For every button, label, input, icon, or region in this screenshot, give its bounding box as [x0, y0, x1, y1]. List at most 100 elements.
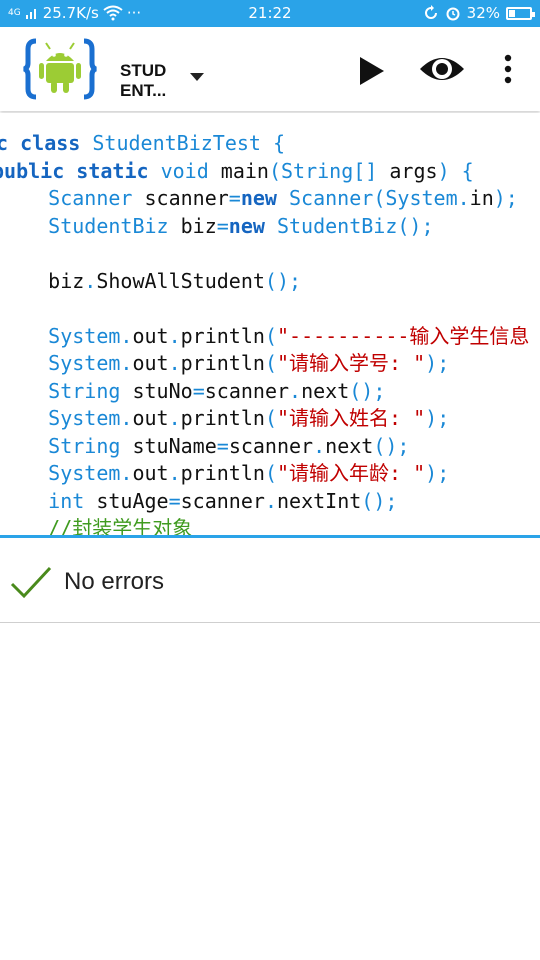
- code-token: in: [469, 186, 494, 210]
- code-token: biz: [0, 268, 85, 293]
- code-token: //封装学生对象: [48, 516, 193, 536]
- code-token: println: [180, 461, 265, 485]
- battery-icon: [506, 6, 535, 20]
- code-token: (: [264, 323, 277, 348]
- code-token: next: [301, 378, 350, 403]
- code-token: public static: [0, 158, 161, 183]
- code-token: );: [425, 351, 450, 375]
- code-line[interactable]: System.out.println("请输入学号: ");: [0, 350, 449, 377]
- code-token: (: [268, 158, 282, 183]
- battery-percent: 32%: [466, 4, 500, 22]
- code-line[interactable]: int stuAge=scanner.nextInt();: [0, 488, 397, 515]
- sync-icon: [424, 5, 437, 19]
- code-token: =: [216, 213, 229, 238]
- code-token: scanner: [180, 488, 265, 513]
- run-play-icon[interactable]: [352, 53, 388, 89]
- code-token: scanner: [228, 433, 314, 458]
- code-token: biz: [180, 213, 217, 238]
- check-icon: [10, 566, 52, 599]
- code-line[interactable]: System.out.println("请输入姓名: ");: [0, 405, 449, 432]
- aide-android-logo-icon[interactable]: [22, 37, 98, 101]
- project-title[interactable]: STUD ENT...: [120, 61, 190, 101]
- code-token: scanner: [204, 378, 290, 403]
- code-token: stuNo: [132, 378, 193, 403]
- overflow-menu-icon[interactable]: [496, 53, 520, 85]
- code-token: String: [281, 158, 354, 183]
- code-line[interactable]: ic class StudentBizTest {: [0, 130, 285, 157]
- code-token: new: [228, 213, 277, 238]
- code-line[interactable]: String stuNo=scanner.next();: [0, 378, 385, 405]
- code-token: next: [325, 433, 374, 458]
- dropdown-arrow-icon[interactable]: [190, 73, 204, 81]
- status-right: 32%: [423, 4, 535, 22]
- code-token: new: [240, 186, 290, 210]
- alarm-icon: [446, 7, 460, 21]
- code-token: );: [425, 461, 450, 485]
- code-token: "----------输入学生信息: [276, 323, 530, 348]
- preview-eye-icon[interactable]: [418, 49, 466, 89]
- code-token: ();: [264, 268, 302, 293]
- code-token: .: [168, 323, 181, 348]
- code-line[interactable]: String stuName=scanner.next();: [0, 433, 409, 460]
- code-token: ();: [361, 488, 398, 513]
- code-token: );: [425, 406, 450, 430]
- code-line[interactable]: System.out.println("请输入年龄: ");: [0, 460, 449, 487]
- code-token: nextInt: [276, 488, 362, 513]
- code-token: ();: [373, 433, 410, 458]
- code-token: Scanner: [289, 186, 374, 210]
- code-token: System: [48, 461, 121, 485]
- code-token: System: [48, 351, 121, 375]
- code-token: ShowAllStudent: [96, 268, 265, 293]
- code-token: =: [216, 433, 229, 458]
- code-token: .: [168, 461, 181, 485]
- code-line[interactable]: public static void main(String[] args) {: [0, 158, 474, 185]
- error-status-text: No errors: [64, 568, 165, 595]
- code-line[interactable]: //封装学生对象: [0, 515, 192, 536]
- code-token: out: [132, 323, 169, 348]
- code-token: =: [192, 378, 205, 403]
- code-token: System: [48, 406, 121, 430]
- code-token: .: [457, 186, 470, 210]
- code-token: int: [48, 488, 97, 513]
- code-token: ();: [349, 378, 386, 403]
- code-token: (: [264, 406, 277, 430]
- code-token: "请输入年龄: ": [276, 461, 426, 485]
- code-token: println: [180, 323, 265, 348]
- code-token: []: [353, 158, 390, 183]
- code-token: .: [168, 351, 181, 375]
- code-line[interactable]: Scanner scanner=new Scanner(System.in);: [0, 185, 518, 212]
- code-token: .: [120, 461, 133, 485]
- code-token: .: [120, 351, 133, 375]
- code-token: .: [120, 323, 133, 348]
- code-token: System: [385, 186, 458, 210]
- status-bar: 4G 25.7K/s ··· 21:22 32%: [0, 0, 540, 27]
- code-token: .: [264, 488, 277, 513]
- code-token: StudentBizTest: [92, 131, 273, 155]
- code-line[interactable]: System.out.println("----------输入学生信息: [0, 323, 529, 350]
- code-line[interactable]: biz.ShowAllStudent();: [0, 268, 301, 295]
- code-token: =: [168, 488, 181, 513]
- code-token: main: [220, 158, 269, 183]
- code-token: void: [160, 158, 221, 183]
- code-editor[interactable]: ic class StudentBizTest {public static v…: [0, 113, 540, 536]
- code-token: System: [48, 323, 121, 348]
- code-token: (: [264, 351, 277, 375]
- code-token: .: [289, 378, 302, 403]
- code-token: =: [228, 186, 241, 210]
- code-token: (: [264, 461, 277, 485]
- code-token: out: [132, 406, 169, 430]
- code-token: (: [373, 186, 386, 210]
- code-token: .: [313, 433, 326, 458]
- code-line[interactable]: StudentBiz biz=new StudentBiz();: [0, 213, 433, 240]
- code-token: );: [493, 186, 518, 210]
